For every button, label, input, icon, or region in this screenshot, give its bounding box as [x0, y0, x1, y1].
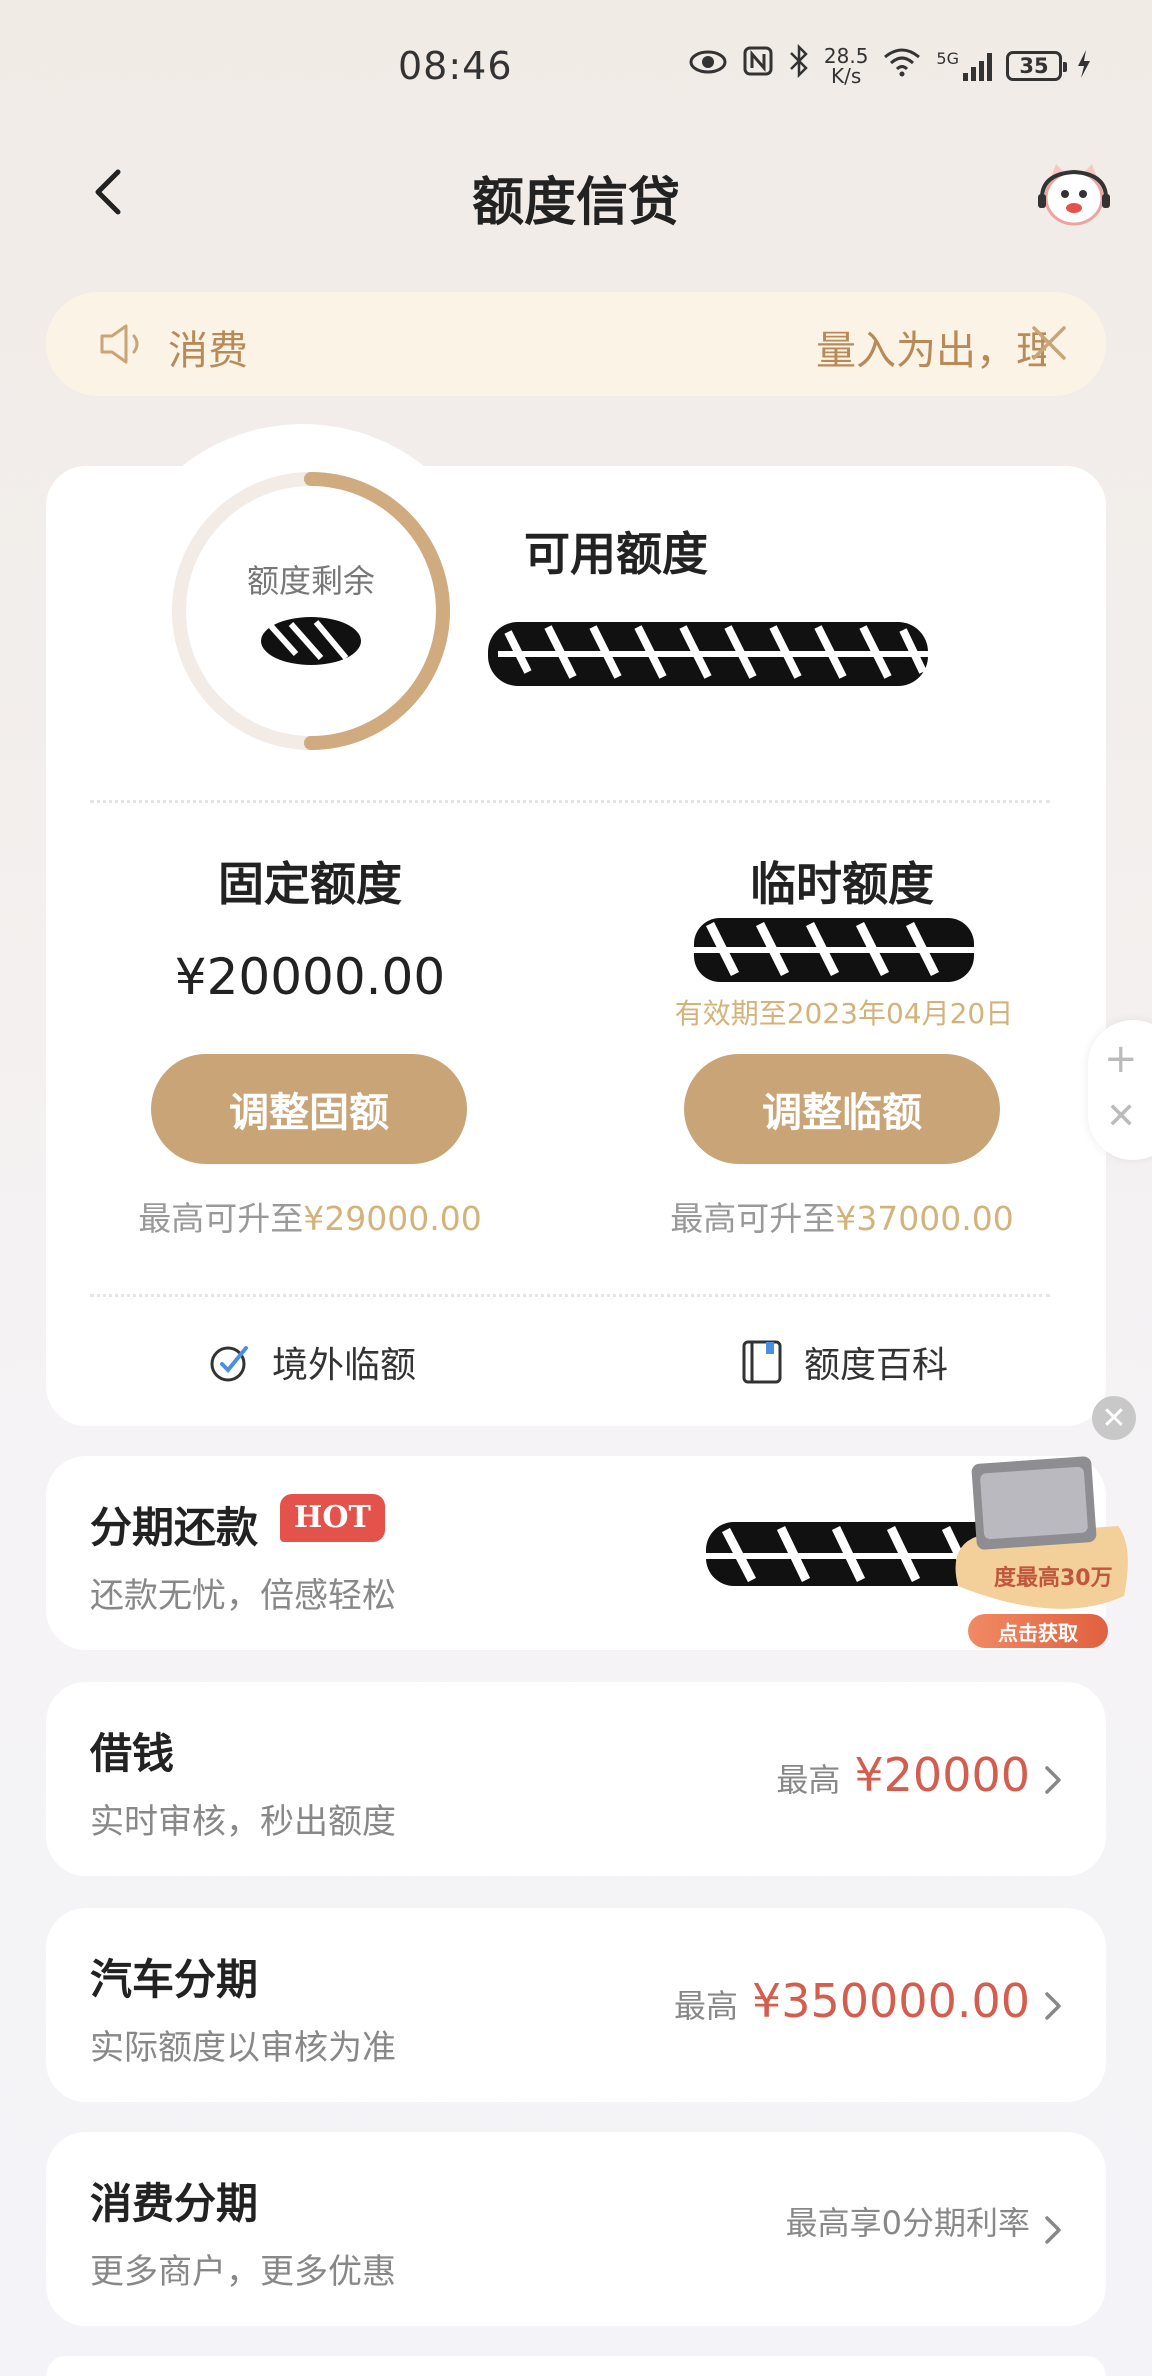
temp-max-prefix: 最高可升至: [670, 1199, 836, 1238]
adjust-fixed-quota-button[interactable]: 调整固额: [151, 1054, 467, 1164]
signal-icon: 5G: [936, 48, 992, 81]
promo-text: 度最高30万: [994, 1566, 1113, 1591]
close-icon[interactable]: ✕: [1106, 1096, 1136, 1137]
divider: [90, 800, 1050, 803]
network-speed-value: 28.5: [823, 43, 869, 68]
installment-repay-title: 分期还款: [90, 1503, 259, 1552]
network-speed: 28.5 K/s: [824, 46, 869, 86]
adjust-temp-quota-button[interactable]: 调整临额: [684, 1054, 1000, 1164]
header: 额度信贷: [0, 150, 1152, 240]
notice-label: 消费: [168, 328, 248, 374]
customer-service-mascot-icon[interactable]: [1036, 160, 1112, 230]
remaining-quota-ring: [172, 472, 450, 750]
floating-widget[interactable]: + ✕: [1088, 1020, 1152, 1160]
borrow-max: 最高 ¥20000: [776, 1748, 1030, 1802]
signal-label: 5G: [936, 48, 959, 68]
bluetooth-icon: [788, 43, 810, 87]
fixed-max-prefix: 最高可升至: [138, 1199, 304, 1238]
car-installment-max: 最高 ¥350000.00: [674, 1974, 1030, 2028]
temp-quota-amount-redacted: [690, 904, 980, 994]
quota-encyclopedia-link[interactable]: 额度百科: [738, 1336, 948, 1388]
quota-encyclopedia-label: 额度百科: [804, 1345, 949, 1386]
remaining-quota-value-redacted: [256, 614, 366, 668]
car-installment-subtitle: 实际额度以审核为准: [90, 2028, 396, 2068]
status-icons: 28.5 K/s 5G 35: [688, 43, 1092, 87]
chevron-right-icon: [1045, 1766, 1061, 1794]
consumer-installment-card[interactable]: 消费分期 更多商户，更多优惠 最高享0分期利率: [46, 2132, 1106, 2326]
fixed-max-note: 最高可升至¥29000.00: [100, 1192, 520, 1240]
speaker-icon: [100, 324, 139, 364]
promo-get-button[interactable]: 点击获取: [968, 1614, 1108, 1648]
temp-max-amount: ¥37000.00: [835, 1199, 1014, 1238]
book-icon: [742, 1340, 782, 1384]
page-title: 额度信贷: [471, 173, 680, 233]
fixed-max-amount: ¥29000.00: [303, 1199, 482, 1238]
available-quota-value-redacted: [488, 602, 948, 706]
car-installment-max-prefix: 最高: [673, 1987, 738, 2025]
chevron-right-icon: [1045, 2216, 1061, 2244]
plus-icon[interactable]: +: [1104, 1036, 1138, 1082]
overseas-temp-quota-label: 境外临额: [272, 1345, 417, 1386]
temp-quota-valid-until: 有效期至2023年04月20日: [674, 997, 1014, 1030]
fixed-quota-title: 固定额度: [218, 857, 402, 911]
borrow-max-prefix: 最高: [776, 1761, 841, 1799]
consumer-installment-subtitle: 更多商户，更多优惠: [90, 2252, 396, 2292]
car-installment-title: 汽车分期: [90, 1955, 259, 2004]
consumer-installment-offer: 最高享0分期利率: [786, 2198, 1030, 2244]
borrow-subtitle: 实时审核，秒出额度: [90, 1802, 396, 1842]
plane-globe-icon: [210, 1346, 248, 1382]
next-card-partial[interactable]: [46, 2356, 1106, 2376]
notice-bar[interactable]: 消费 量入为出，理性消费: [46, 292, 1106, 396]
consumer-installment-offer-text: 最高享0分期利率: [785, 2204, 1030, 2242]
notice-scroll-text: 量入为出，理性消费: [816, 328, 1046, 374]
divider: [90, 1294, 1050, 1297]
status-time: 08:46: [398, 44, 513, 88]
overseas-temp-quota-link[interactable]: 境外临额: [206, 1336, 416, 1388]
consumer-installment-title: 消费分期: [90, 2179, 259, 2228]
battery-icon: 35: [1006, 50, 1067, 81]
wifi-icon: [882, 46, 922, 86]
car-installment-card[interactable]: 汽车分期 实际额度以审核为准 最高 ¥350000.00: [46, 1908, 1106, 2102]
car-installment-max-amount: ¥350000.00: [751, 1974, 1030, 2028]
borrow-title: 借钱: [90, 1729, 175, 1778]
ad-close-icon[interactable]: ✕: [1092, 1396, 1136, 1440]
nfc-icon: [742, 45, 774, 86]
remaining-quota-label: 额度剩余: [246, 562, 375, 600]
status-bar: 08:46 28.5 K/s 5G 35: [0, 0, 1152, 130]
promo-ad[interactable]: 度最高30万 点击获取: [938, 1456, 1138, 1652]
borrow-card[interactable]: 借钱 实时审核，秒出额度 最高 ¥20000: [46, 1682, 1106, 1876]
fixed-quota-amount: ¥20000.00: [174, 948, 446, 1006]
close-icon[interactable]: [1026, 320, 1072, 366]
eye-icon: [688, 46, 728, 86]
chevron-right-icon: [1045, 1992, 1061, 2020]
borrow-max-amount: ¥20000: [854, 1748, 1030, 1802]
installment-repay-subtitle: 还款无忧，倍感轻松: [90, 1576, 396, 1616]
hot-badge: HOT: [280, 1494, 385, 1542]
charging-icon: [1076, 49, 1092, 83]
available-quota-label: 可用额度: [524, 527, 708, 581]
network-speed-unit: K/s: [831, 63, 862, 88]
temp-max-note: 最高可升至¥37000.00: [632, 1192, 1052, 1240]
